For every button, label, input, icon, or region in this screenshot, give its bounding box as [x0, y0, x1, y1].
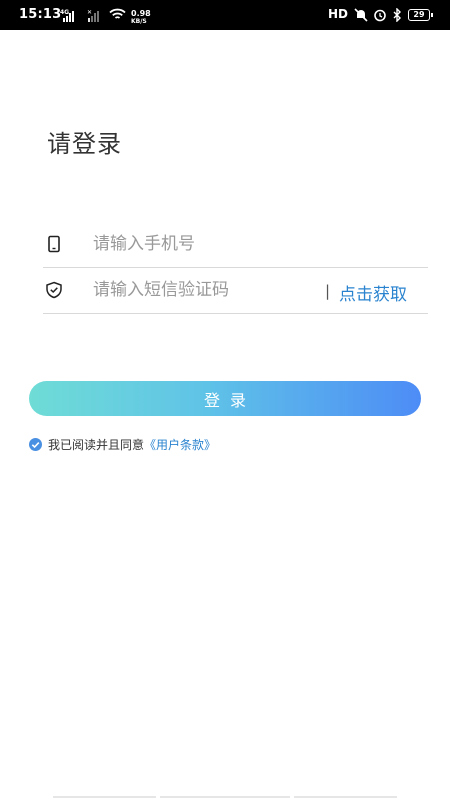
battery-level: 29 — [413, 10, 425, 19]
sms-code-field-row: | 点击获取 — [43, 268, 428, 314]
phone-icon — [48, 235, 60, 253]
bluetooth-icon — [393, 8, 401, 22]
agreement-row: 我已阅读并且同意 《用户条款》 — [29, 436, 216, 452]
nav-hint — [160, 796, 290, 798]
wifi-icon — [109, 8, 126, 19]
agreement-text: 我已阅读并且同意 — [48, 437, 145, 452]
login-button[interactable]: 登录 — [29, 381, 421, 416]
mute-icon — [354, 8, 368, 22]
nav-hint — [294, 796, 397, 798]
phone-input[interactable] — [93, 228, 313, 260]
status-bar: 15:13 4G ✕ 0.98 KB/S HD 29 — [0, 0, 450, 30]
field-divider: | — [325, 282, 331, 300]
shield-check-icon — [46, 281, 62, 299]
check-icon — [31, 441, 40, 448]
alarm-icon — [374, 9, 386, 22]
status-time: 15:13 — [19, 7, 62, 22]
get-code-button[interactable]: 点击获取 — [339, 280, 407, 305]
nav-hint — [53, 796, 156, 798]
phone-field-row — [43, 222, 428, 268]
signal-icon — [88, 8, 99, 22]
signal-icon — [63, 8, 74, 22]
hd-indicator: HD — [328, 7, 349, 21]
user-terms-link[interactable]: 《用户条款》 — [144, 436, 216, 453]
network-speed: 0.98 KB/S — [131, 9, 151, 26]
agreement-checkbox[interactable] — [29, 437, 42, 451]
sms-code-input[interactable] — [93, 274, 303, 306]
battery-icon: 29 — [408, 9, 433, 21]
page-title: 请登录 — [47, 130, 122, 158]
